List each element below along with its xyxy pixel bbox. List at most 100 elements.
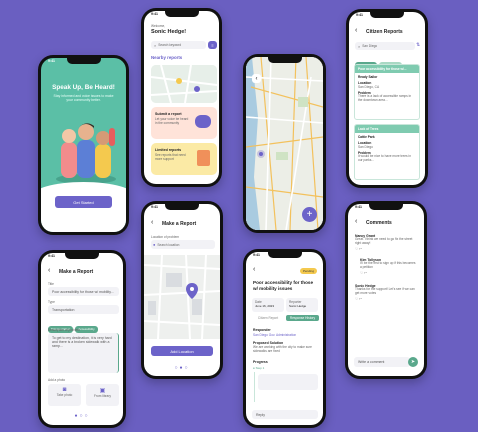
mini-map xyxy=(151,65,217,103)
document-icon xyxy=(197,150,210,166)
report2-title: Lack of Trees xyxy=(355,125,419,133)
status-time: 9:41 xyxy=(48,59,56,63)
report1-title: Poor accessibility for those w/... xyxy=(355,65,419,73)
search-input[interactable]: ⌕ Search keyword xyxy=(151,41,206,49)
section-title: Nearby reports xyxy=(151,55,183,60)
location-input[interactable]: ● Search location xyxy=(151,240,215,249)
comment3-actions[interactable]: ♡ ↩ xyxy=(355,297,417,301)
reports-screen: 9:41 ‹ Citizen Reports ⌕ San Diego ⇅ Acc… xyxy=(349,12,425,185)
comment1-actions[interactable]: ♡ ↩ xyxy=(355,247,417,251)
description-label: Description of problem xyxy=(48,328,80,332)
phone-make-report-map: 9:41 ‹ Make a Report Location of problem… xyxy=(141,201,223,379)
tab-response-history[interactable]: Response History xyxy=(286,315,319,321)
back-button[interactable]: ‹ xyxy=(253,266,255,273)
comment3-text: Thanks for the support! Let's see if we … xyxy=(355,287,415,295)
reporter-stat: Reporter Sonic Hedge xyxy=(286,298,318,312)
responder-value: San Diego Gov. Administration xyxy=(253,333,297,337)
get-started-button[interactable]: Get Started xyxy=(55,196,112,208)
notch xyxy=(370,12,404,18)
notch xyxy=(164,11,199,17)
phone-map: ‹ + xyxy=(243,54,326,233)
take-photo-label: Take photo xyxy=(56,393,73,397)
timeline-card xyxy=(258,374,318,390)
back-button[interactable]: ‹ xyxy=(48,267,50,274)
phone-report-detail: 9:41 ‹ Pending Poor accessibility for th… xyxy=(243,249,326,428)
progress-step: ● Step 1 xyxy=(253,366,265,370)
photo-label: Add a photo xyxy=(48,378,66,382)
filter-icon: ≡ xyxy=(211,42,214,48)
title-input[interactable]: Poor accessibility for those w/ mobility… xyxy=(48,287,119,296)
back-button[interactable]: ‹ xyxy=(252,74,261,83)
comments-screen: 9:41 ‹ Comments Nancy Grant Great. I thi… xyxy=(348,204,424,376)
status-time: 9:41 xyxy=(356,13,364,17)
report-detail-screen: 9:41 ‹ Pending Poor accessibility for th… xyxy=(246,252,323,425)
notch xyxy=(267,252,302,258)
chat-icon xyxy=(195,115,211,128)
people-illustration xyxy=(56,123,116,184)
map-card[interactable] xyxy=(151,65,217,103)
location-placeholder: Search location xyxy=(157,242,180,247)
progress-value: Step 1 xyxy=(255,366,265,370)
search-icon: ⌕ xyxy=(154,42,157,48)
make-report-screen: 9:41 ‹ Make a Report Title Poor accessib… xyxy=(41,253,123,425)
send-button[interactable]: ➤ xyxy=(408,357,418,367)
notch xyxy=(369,204,403,210)
notch xyxy=(267,57,302,63)
limited-reports-card[interactable]: Limited reports See reports that need mo… xyxy=(151,143,217,175)
card1-title: Submit a report xyxy=(155,112,182,116)
report-title: Poor accessibility for those w/ mobility… xyxy=(253,280,313,291)
search-value: San Diego xyxy=(362,44,378,48)
back-button[interactable]: ‹ xyxy=(151,219,153,226)
page-title: Citizen Reports xyxy=(366,29,403,35)
onboarding-subtitle: Stay informed and voice issues to make y… xyxy=(53,94,114,103)
add-location-button[interactable]: Add Location xyxy=(151,346,213,356)
filter-button[interactable]: ≡ xyxy=(208,41,217,49)
phone-home: 9:41 Welcome, Sonic Hedge! ⌕ Search keyw… xyxy=(141,8,222,187)
date-value: June 16, 2023 xyxy=(255,304,275,308)
sort-icon[interactable]: ⇅ xyxy=(416,42,420,48)
card2-title: Limited reports xyxy=(155,148,182,152)
responder-label: Responder xyxy=(253,328,271,332)
notch xyxy=(66,58,101,64)
comment-2: Kim Tollyson I'll be the first to sign u… xyxy=(360,258,418,275)
page-title: Make a Report xyxy=(162,221,197,227)
title-label: Title xyxy=(48,282,54,286)
location-pin-icon: ● xyxy=(153,242,156,247)
from-library-label: From library xyxy=(93,394,111,398)
date-stat: Date June 16, 2023 xyxy=(252,298,284,312)
back-button[interactable]: ‹ xyxy=(355,218,357,225)
phone-comments: 9:41 ‹ Comments Nancy Grant Great. I thi… xyxy=(345,201,427,379)
page-dots: ●○○ xyxy=(74,413,90,419)
report-card-2[interactable]: Lack of Trees Cattie Park Location San D… xyxy=(354,124,420,180)
description-textarea[interactable]: To get to my destination, it is very har… xyxy=(48,333,119,373)
report-card-1[interactable]: Poor accessibility for those w/... Ready… xyxy=(354,64,420,120)
card1-text: Let your voice be heard in the community xyxy=(155,117,189,125)
submit-report-card[interactable]: Submit a report Let your voice be heard … xyxy=(151,107,217,139)
take-photo-button[interactable]: ◙ Take photo xyxy=(48,384,81,406)
welcome-text: Welcome, xyxy=(151,24,166,28)
reply-input[interactable]: Reply xyxy=(252,410,318,419)
from-library-button[interactable]: ▣ From library xyxy=(86,384,119,406)
back-button[interactable]: ‹ xyxy=(355,27,357,34)
comment-3: Sonic Hedge Thanks for the support! Let'… xyxy=(355,284,417,301)
comment2-text: I'll be the first to sign up if this bec… xyxy=(360,261,416,269)
add-report-fab[interactable]: + xyxy=(302,207,317,222)
comment-input[interactable]: Write a comment xyxy=(354,357,410,367)
comment1-text: Great. I think we need to go fix the str… xyxy=(355,237,413,245)
user-name: Sonic Hedge! xyxy=(151,29,187,35)
status-time: 9:41 xyxy=(355,205,363,209)
phone-onboarding: 9:41 Speak Up, Be Heard! Stay informed a… xyxy=(38,55,129,235)
search-placeholder: Search keyword xyxy=(158,43,182,47)
type-select[interactable]: Transportation xyxy=(48,305,119,314)
notch xyxy=(165,204,199,210)
search-input[interactable]: ⌕ San Diego xyxy=(355,42,415,50)
proposed-value: We are working with the city to make sur… xyxy=(253,345,312,353)
image-icon: ▣ xyxy=(99,388,106,394)
page-title: Make a Report xyxy=(59,269,94,275)
tab-citizen-report[interactable]: Citizen Report xyxy=(252,316,284,320)
onboarding-title: Speak Up, Be Heard! xyxy=(52,84,115,91)
make-report-map-screen: 9:41 ‹ Make a Report Location of problem… xyxy=(144,204,220,376)
phone-citizen-reports: 9:41 ‹ Citizen Reports ⌕ San Diego ⇅ Acc… xyxy=(346,9,428,188)
progress-label: Progress xyxy=(253,360,268,364)
comment2-actions[interactable]: ♡ ↩ xyxy=(360,271,418,275)
